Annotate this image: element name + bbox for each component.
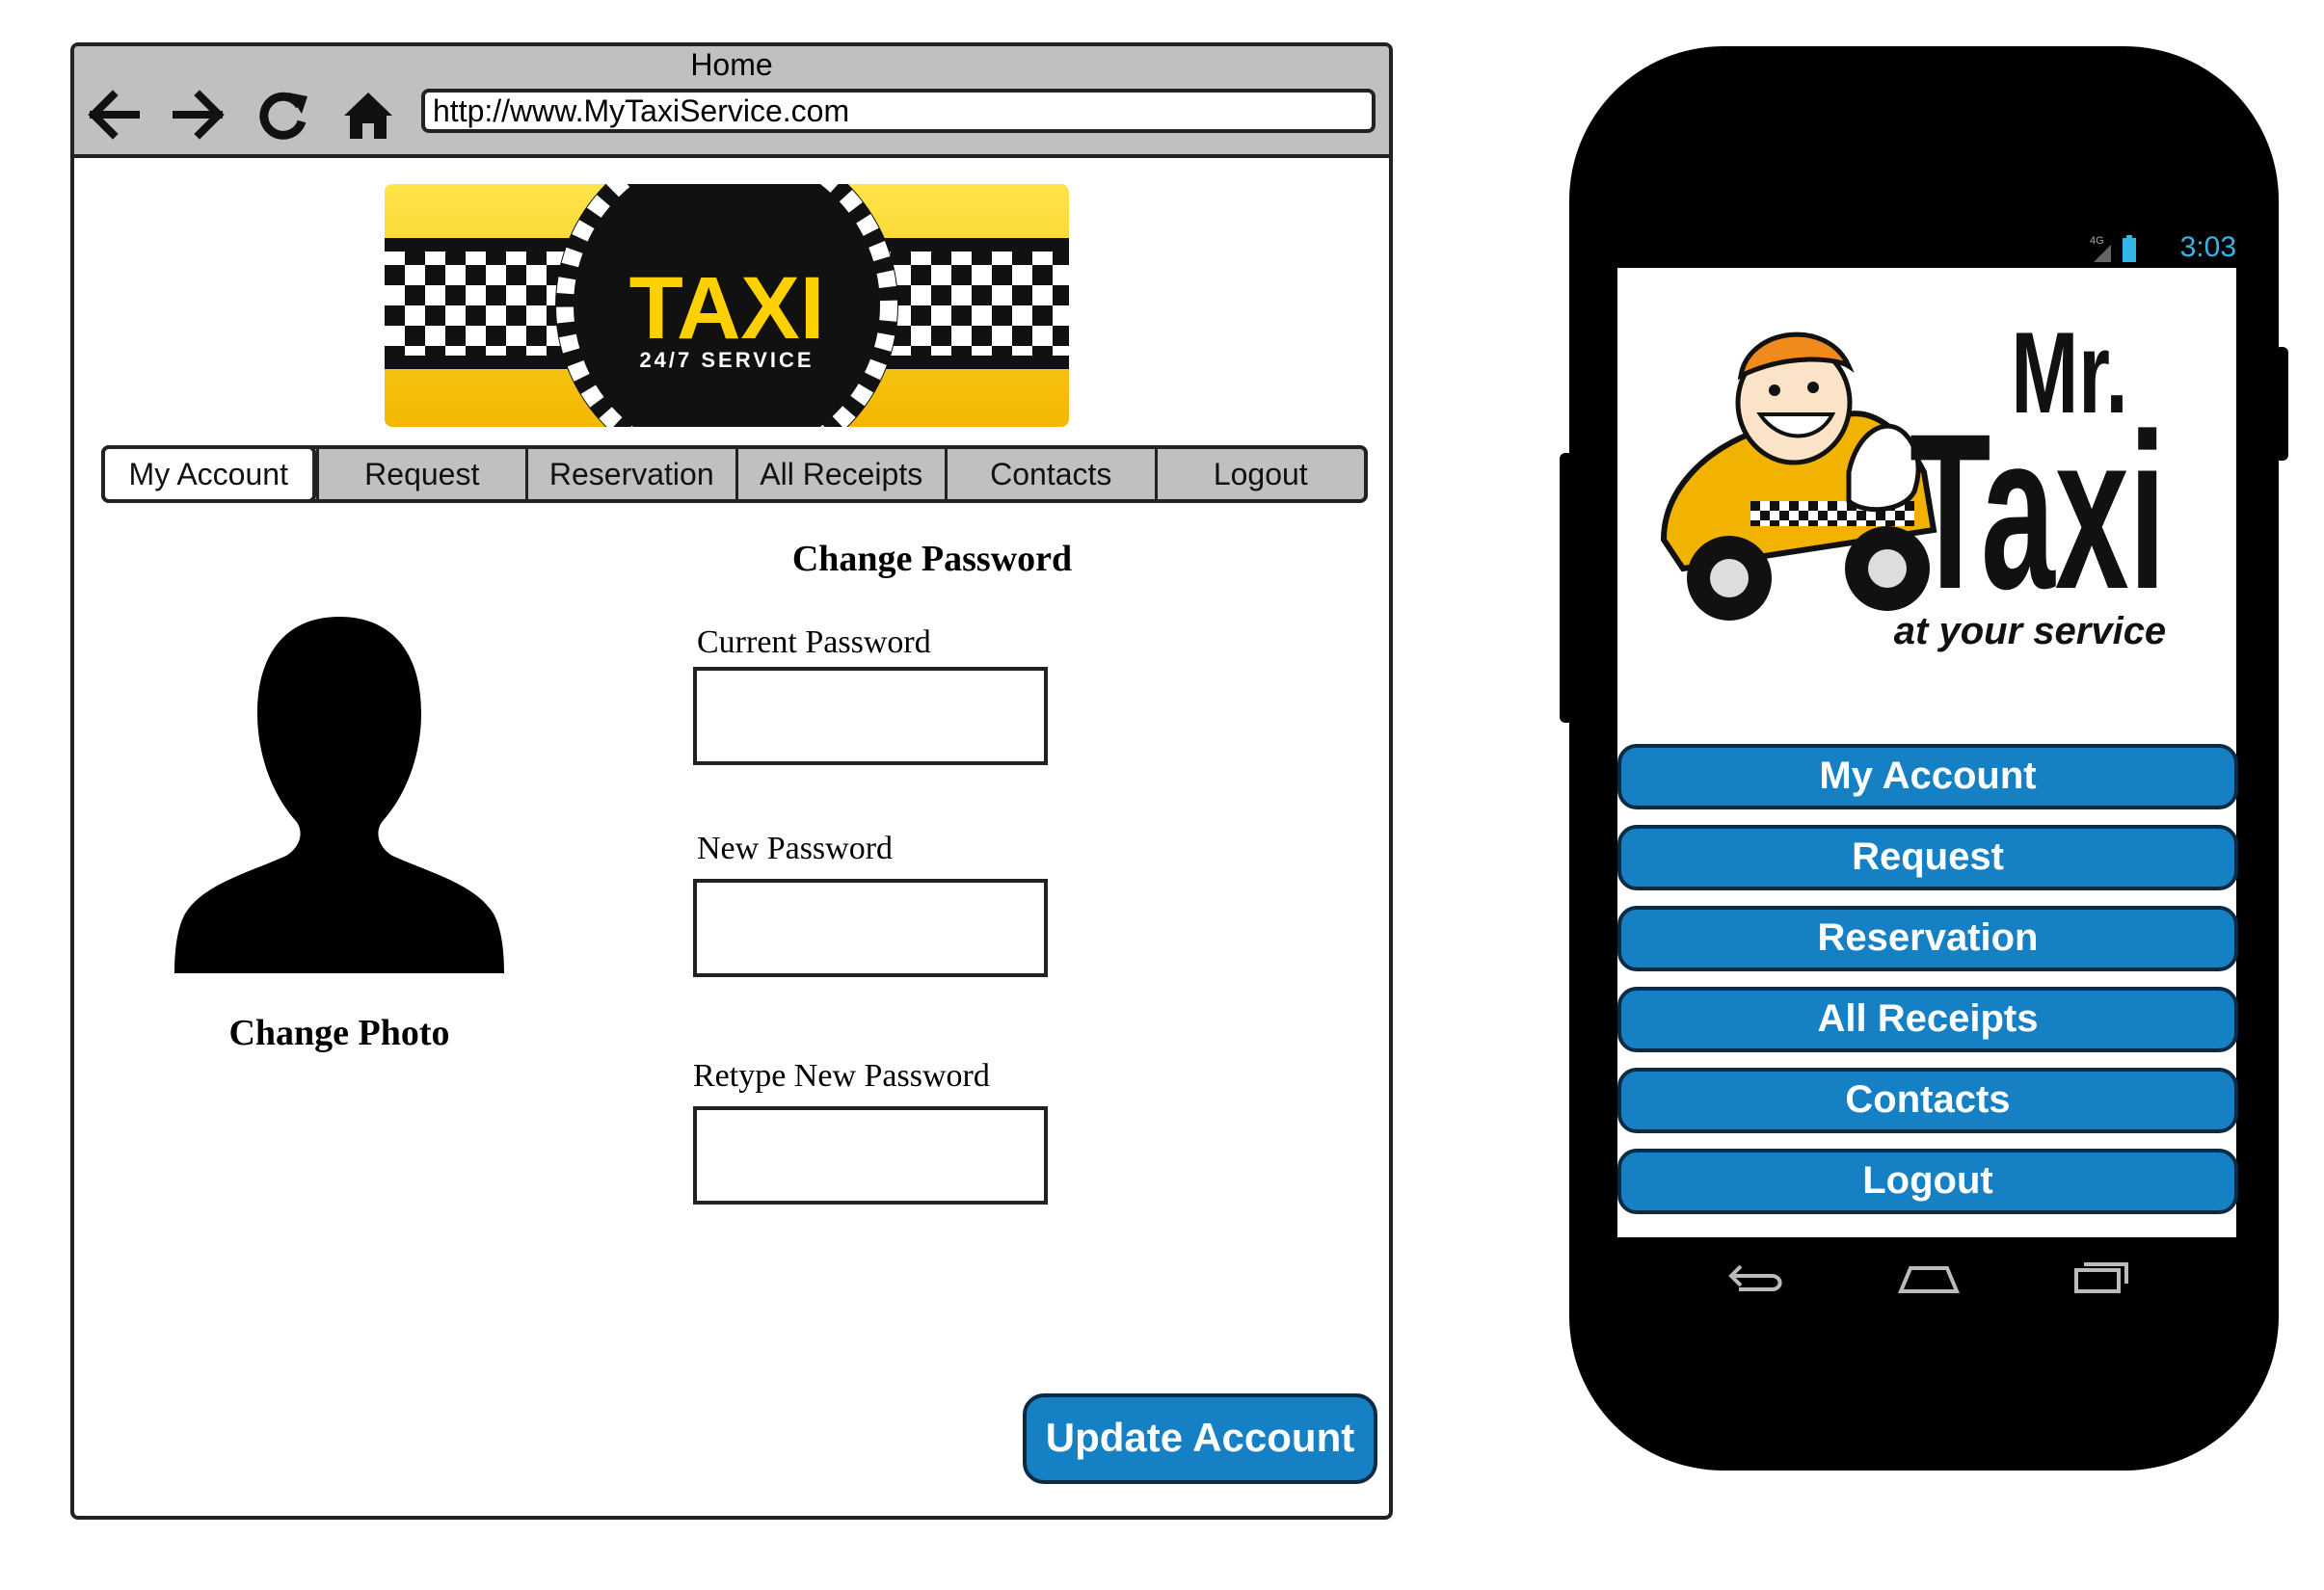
- retype-password-label: Retype New Password: [693, 1058, 990, 1094]
- update-account-button[interactable]: Update Account: [1023, 1393, 1377, 1484]
- logo-main-text: TAXI: [629, 259, 825, 358]
- back-icon[interactable]: [1725, 1255, 1789, 1297]
- logo-line2: Taxi: [1910, 388, 2166, 636]
- window-title: Home: [690, 47, 773, 82]
- current-password-input[interactable]: [693, 667, 1048, 765]
- browser-window: Home http://www.MyTaxiService.com TAXI 2…: [70, 42, 1393, 1520]
- status-clock: 3:03: [2179, 231, 2236, 263]
- network-type: 4G: [2090, 235, 2104, 247]
- home-icon[interactable]: [338, 85, 398, 145]
- tab-request[interactable]: Request: [315, 449, 526, 499]
- mobile-menu-logout[interactable]: Logout: [1617, 1149, 2238, 1214]
- new-password-input[interactable]: [693, 879, 1048, 977]
- recent-apps-icon[interactable]: [2070, 1255, 2134, 1297]
- status-bar: 4G 3:03: [1617, 227, 2236, 268]
- current-password-label: Current Password: [697, 624, 931, 660]
- mobile-menu-request[interactable]: Request: [1617, 825, 2238, 890]
- tab-all-receipts[interactable]: All Receipts: [735, 449, 946, 499]
- reload-icon[interactable]: [254, 85, 313, 145]
- new-password-label: New Password: [697, 831, 894, 866]
- browser-toolbar: Home http://www.MyTaxiService.com: [74, 46, 1389, 158]
- main-tabs: My Account Request Reservation All Recei…: [101, 445, 1368, 503]
- url-field[interactable]: http://www.MyTaxiService.com: [421, 89, 1376, 133]
- mobile-menu-reservation[interactable]: Reservation: [1617, 906, 2238, 971]
- logo-sub-text: 24/7 SERVICE: [639, 348, 814, 372]
- tab-my-account[interactable]: My Account: [101, 445, 316, 503]
- change-password-title: Change Password: [791, 539, 1073, 579]
- forward-arrow-icon[interactable]: [169, 85, 228, 145]
- mobile-menu-my-account[interactable]: My Account: [1617, 744, 2238, 809]
- mr-taxi-logo: Mr. Taxi at your service: [1644, 299, 2204, 671]
- change-photo-link[interactable]: Change Photo: [142, 1012, 537, 1054]
- tab-contacts[interactable]: Contacts: [945, 449, 1155, 499]
- mobile-menu-contacts[interactable]: Contacts: [1617, 1068, 2238, 1133]
- back-arrow-icon[interactable]: [84, 85, 144, 145]
- tab-reservation[interactable]: Reservation: [525, 449, 735, 499]
- signal-battery-icon: 4G: [2090, 233, 2144, 262]
- retype-password-input[interactable]: [693, 1106, 1048, 1205]
- taxi-logo: TAXI 24/7 SERVICE: [385, 184, 1069, 427]
- home-icon[interactable]: [1897, 1255, 1961, 1297]
- tab-logout[interactable]: Logout: [1154, 449, 1365, 499]
- avatar-silhouette-icon[interactable]: [142, 607, 537, 973]
- logo-tagline: at your service: [1894, 610, 2166, 652]
- mobile-menu-all-receipts[interactable]: All Receipts: [1617, 987, 2238, 1052]
